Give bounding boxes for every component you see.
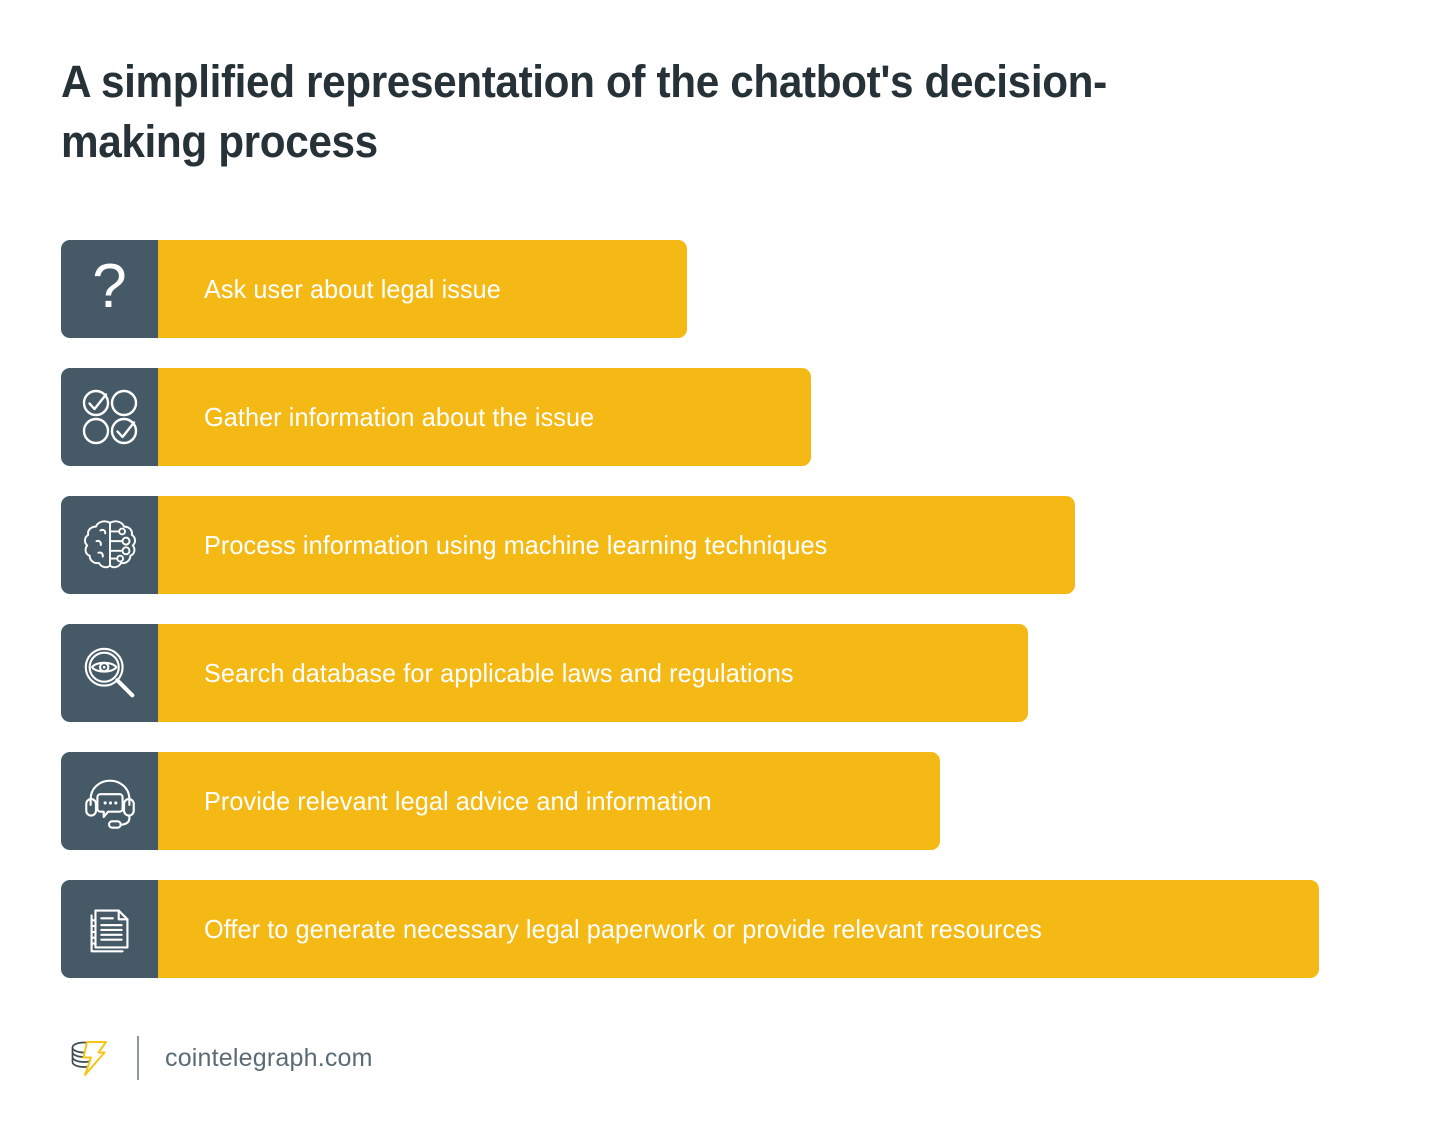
step-label: Gather information about the issue	[204, 401, 595, 432]
process-step-row: Offer to generate necessary legal paperw…	[61, 880, 1361, 978]
page-title: A simplified representation of the chatb…	[61, 56, 1107, 167]
process-steps-list: ? Ask user about legal issue Gather info…	[61, 240, 1361, 1008]
footer-site-label: cointelegraph.com	[165, 1043, 373, 1072]
step-label: Search database for applicable laws and …	[204, 657, 794, 688]
process-step-row: Gather information about the issue	[61, 368, 1361, 466]
cointelegraph-logo-icon	[61, 1031, 115, 1085]
step-label: Offer to generate necessary legal paperw…	[204, 913, 1042, 944]
step-label: Provide relevant legal advice and inform…	[204, 785, 712, 816]
headset-support-icon	[61, 752, 158, 850]
step-bar: Gather information about the issue	[158, 368, 811, 466]
process-step-row: Provide relevant legal advice and inform…	[61, 752, 1361, 850]
footer-divider	[137, 1036, 139, 1080]
documents-icon	[61, 880, 158, 978]
question-mark-glyph: ?	[92, 252, 127, 321]
step-label: Ask user about legal issue	[204, 273, 501, 304]
step-label: Process information using machine learni…	[204, 529, 828, 560]
step-bar: Offer to generate necessary legal paperw…	[158, 880, 1319, 978]
step-bar: Process information using machine learni…	[158, 496, 1075, 594]
step-bar: Provide relevant legal advice and inform…	[158, 752, 940, 850]
checklist-icon	[61, 368, 158, 466]
step-bar: Search database for applicable laws and …	[158, 624, 1028, 722]
process-step-row: Search database for applicable laws and …	[61, 624, 1361, 722]
process-step-row: Process information using machine learni…	[61, 496, 1361, 594]
step-bar: Ask user about legal issue	[158, 240, 687, 338]
process-step-row: ? Ask user about legal issue	[61, 240, 1361, 338]
magnifier-eye-icon	[61, 624, 158, 722]
question-mark-icon: ?	[61, 240, 158, 338]
ai-brain-icon	[61, 496, 158, 594]
footer: cointelegraph.com	[61, 1030, 373, 1086]
infographic-page: A simplified representation of the chatb…	[0, 0, 1450, 1139]
